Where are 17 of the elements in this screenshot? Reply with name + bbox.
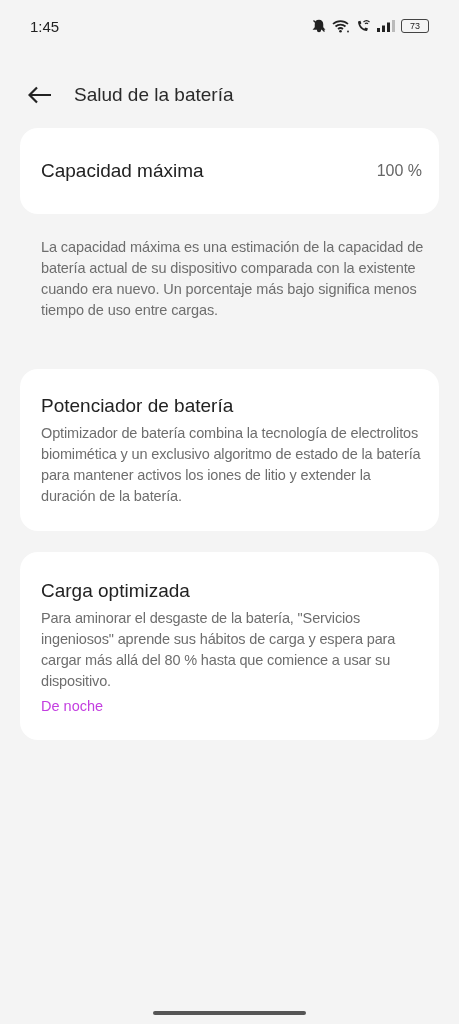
wifi-icon: [332, 19, 350, 33]
battery-indicator: 73: [401, 19, 429, 33]
capacity-label: Capacidad máxima: [41, 160, 204, 182]
capacity-description: La capacidad máxima es una estimación de la capacidad de batería actual de su dispositivo comparada con la existente cuando era nuevo. Un porcentaje más bajo significa menos tiempo de uso entre cargas.: [41, 238, 425, 320]
card-description: Optimizador de batería combina la tecnología de electrolitos biomimética y un exclusivo algoritmo de estado de la batería para mantener activos los iones de litio y extender la duración de la batería.: [41, 424, 421, 506]
capacity-value: 100 %: [376, 162, 422, 180]
setting-value-link[interactable]: De noche: [41, 696, 104, 716]
card-title: Carga optimizada: [41, 580, 191, 602]
signal-icon: [377, 20, 395, 32]
status-time: 1:45: [30, 17, 60, 35]
back-arrow-icon[interactable]: [28, 86, 52, 104]
muted-bell-icon: [312, 19, 326, 33]
page-title: Salud de la batería: [74, 84, 234, 106]
card-description: Para aminorar el desgaste de la batería, "Servicios ingeniosos" aprende sus hábitos de carga y espera para cargar más allá del 80 % hasta que comience a usar su dispositivo.: [41, 609, 397, 691]
wifi-call-icon: [356, 19, 371, 33]
setting-card[interactable]: Carga optimizada Para aminorar el desgaste de la batería, "Servicios ingeniosos" aprende sus hábitos de carga y espera para cargar más allá del 80 % hasta que comience a usar su dispositivo. De noche: [20, 552, 439, 740]
card-title: Potenciador de batería: [41, 395, 235, 417]
